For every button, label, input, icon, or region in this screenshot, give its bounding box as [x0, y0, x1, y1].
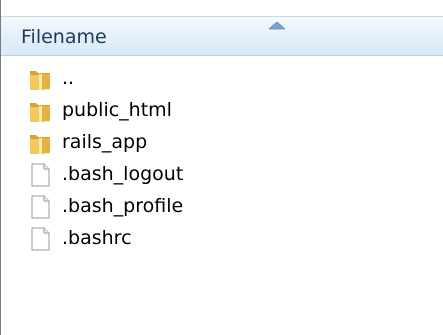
file-name: .bash_logout	[62, 163, 184, 185]
column-header-label: Filename	[21, 26, 107, 48]
folder-icon	[30, 135, 50, 154]
file-name: .bashrc	[62, 227, 132, 249]
folder-icon	[30, 71, 50, 90]
sort-ascending-icon	[269, 22, 285, 30]
file-icon	[31, 195, 50, 219]
filename-column-header[interactable]: Filename	[1, 16, 443, 56]
file-name: public_html	[62, 99, 172, 121]
file-icon	[31, 163, 50, 187]
list-item[interactable]: .bash_profile	[1, 190, 443, 222]
list-item[interactable]: .bash_logout	[1, 158, 443, 190]
file-name: rails_app	[62, 131, 148, 153]
list-item[interactable]: ..	[1, 62, 443, 94]
list-item[interactable]: .bashrc	[1, 222, 443, 254]
file-icon	[31, 227, 50, 251]
list-item[interactable]: public_html	[1, 94, 443, 126]
file-name: .bash_profile	[62, 195, 184, 217]
file-name: ..	[62, 67, 75, 89]
list-item[interactable]: rails_app	[1, 126, 443, 158]
folder-icon	[30, 103, 50, 122]
file-list-pane: Filename .. public_html rails_app .bash_…	[0, 0, 443, 335]
file-list: .. public_html rails_app .bash_logout .b…	[1, 62, 443, 254]
